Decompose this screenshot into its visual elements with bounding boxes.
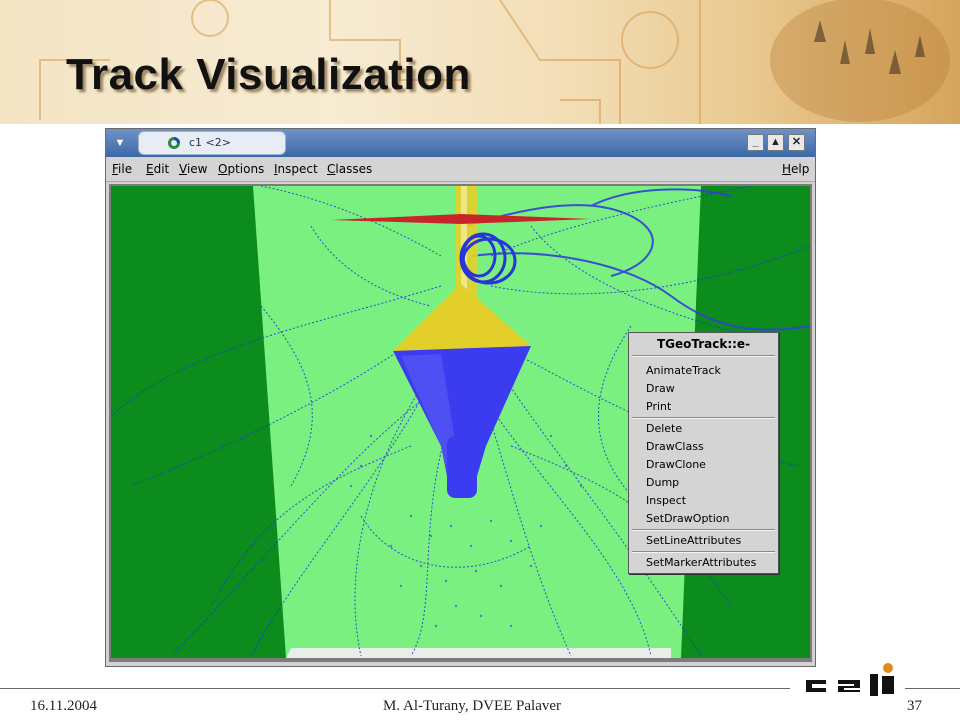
menu-item-setlineattributes[interactable]: SetLineAttributes — [646, 534, 741, 547]
footer-author: M. Al-Turany, DVEE Palaver — [383, 698, 562, 714]
menu-view[interactable]: View — [179, 162, 207, 176]
context-menu: TGeoTrack::e- AnimateTrack Draw Print De… — [628, 332, 779, 574]
menu-item-drawclass[interactable]: DrawClass — [646, 440, 704, 453]
menubar: File Edit View Options Inspect Classes H… — [106, 157, 815, 182]
context-menu-separator — [632, 355, 775, 357]
context-menu-title: TGeoTrack::e- — [656, 337, 751, 351]
menu-item-animatetrack[interactable]: AnimateTrack — [646, 364, 721, 377]
window-titlebar[interactable]: ▼ c1 <2> _ ▲ ✕ — [106, 129, 815, 157]
menu-inspect-rest: nspect — [277, 162, 318, 176]
menu-item-print[interactable]: Print — [646, 400, 671, 413]
footer-divider-right — [905, 688, 960, 689]
menu-item-delete[interactable]: Delete — [646, 422, 682, 435]
menu-classes-rest: lasses — [335, 162, 373, 176]
menu-item-drawclone[interactable]: DrawClone — [646, 458, 706, 471]
menu-item-setmarkerattributes[interactable]: SetMarkerAttributes — [646, 556, 756, 569]
context-menu-separator — [632, 529, 775, 531]
menu-edit-rest: dit — [153, 162, 170, 176]
slide-title: Track Visualization — [66, 50, 471, 99]
menu-item-setdrawoption[interactable]: SetDrawOption — [646, 512, 730, 525]
menu-file[interactable]: File — [112, 162, 132, 176]
footer-date: 16.11.2004 — [30, 698, 97, 714]
banner: Track Visualization — [0, 0, 960, 124]
menu-file-rest: ile — [118, 162, 133, 176]
root-app-icon — [168, 137, 180, 149]
maximize-button[interactable]: ▲ — [767, 134, 784, 151]
menu-help[interactable]: Help — [782, 162, 809, 176]
menu-edit[interactable]: Edit — [146, 162, 169, 176]
cone-stem — [447, 436, 477, 498]
menu-options[interactable]: Options — [218, 162, 264, 176]
menu-view-rest: iew — [186, 162, 208, 176]
menu-inspect[interactable]: Inspect — [274, 162, 318, 176]
window-title-tab[interactable]: c1 <2> — [138, 131, 286, 155]
menu-item-inspect[interactable]: Inspect — [646, 494, 686, 507]
menu-item-dump[interactable]: Dump — [646, 476, 679, 489]
menu-options-rest: ptions — [227, 162, 265, 176]
window-title: c1 <2> — [189, 136, 231, 149]
menu-item-draw[interactable]: Draw — [646, 382, 675, 395]
context-menu-separator — [632, 551, 775, 553]
minimize-button[interactable]: _ — [747, 134, 764, 151]
footer-divider — [0, 688, 790, 689]
context-menu-separator — [632, 417, 775, 419]
close-button[interactable]: ✕ — [788, 134, 805, 151]
window-menu-icon[interactable]: ▼ — [112, 135, 128, 151]
gsi-logo — [806, 663, 894, 696]
page-number: 37 — [907, 698, 922, 714]
menu-classes[interactable]: Classes — [327, 162, 372, 176]
